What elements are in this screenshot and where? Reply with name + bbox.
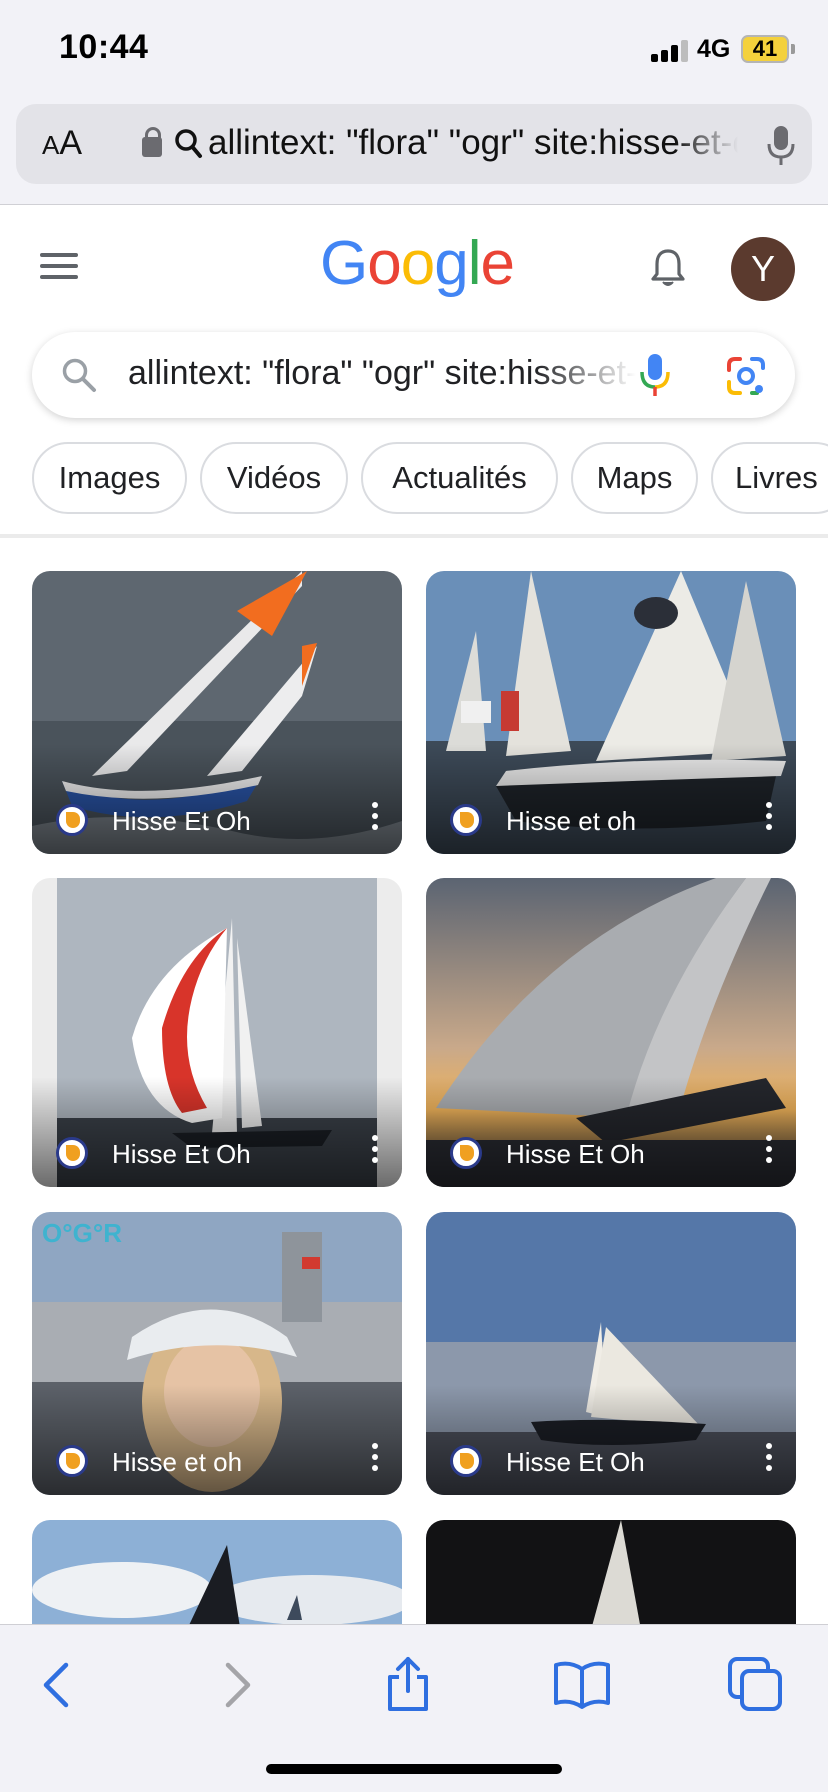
image-result[interactable]: Hisse Et Oh xyxy=(32,571,402,854)
network-type: 4G xyxy=(697,35,731,63)
image-shade xyxy=(32,1077,402,1187)
image-shade xyxy=(32,744,402,854)
more-options-icon[interactable] xyxy=(372,1135,378,1163)
search-icon xyxy=(175,129,202,158)
result-source: Hisse et oh xyxy=(506,806,637,836)
search-icon xyxy=(62,358,96,392)
safari-top-bar: AA allintext: "flora" "ogr" site:hisse-e… xyxy=(0,100,828,205)
voice-search-icon[interactable] xyxy=(639,352,671,398)
image-result[interactable]: Hisse Et Oh xyxy=(426,1212,796,1495)
page: 10:44 4G 41 AA allintext: "flora" "ogr" … xyxy=(0,0,828,1792)
more-options-icon[interactable] xyxy=(766,1135,772,1163)
notifications-bell-icon[interactable] xyxy=(649,248,687,290)
chip-videos[interactable]: Vidéos xyxy=(200,442,348,514)
battery-level: 41 xyxy=(752,36,778,61)
chip-livres[interactable]: Livres xyxy=(711,442,828,514)
hisse-et-oh-favicon xyxy=(450,804,482,836)
result-source: Hisse Et Oh xyxy=(506,1447,645,1477)
search-input[interactable]: allintext: "flora" "ogr" site:hisse-et-o… xyxy=(128,354,636,398)
hisse-et-oh-favicon xyxy=(450,1445,482,1477)
text-size-button[interactable]: AA xyxy=(42,124,82,163)
image-shade xyxy=(426,744,796,854)
share-icon[interactable] xyxy=(378,1655,438,1715)
cellular-signal-icon xyxy=(651,40,691,62)
status-time: 10:44 xyxy=(59,28,149,66)
hisse-et-oh-favicon xyxy=(56,1445,88,1477)
forward-icon[interactable] xyxy=(206,1655,266,1715)
image-result[interactable]: Hisse Et Oh xyxy=(32,878,402,1187)
image-shade xyxy=(32,1385,402,1495)
google-logo[interactable]: Google xyxy=(320,228,515,299)
account-avatar[interactable]: Y xyxy=(731,237,795,301)
image-result[interactable]: Hisse Et Oh xyxy=(426,878,796,1187)
result-source: Hisse Et Oh xyxy=(112,806,251,836)
bookmarks-icon[interactable] xyxy=(552,1655,612,1715)
image-result[interactable]: O°G°R Hisse et oh xyxy=(32,1212,402,1495)
chip-maps[interactable]: Maps xyxy=(571,442,698,514)
hisse-et-oh-favicon xyxy=(450,1137,482,1169)
hamburger-menu-icon[interactable] xyxy=(40,253,80,279)
more-options-icon[interactable] xyxy=(372,1443,378,1471)
hisse-et-oh-favicon xyxy=(56,1137,88,1169)
google-lens-icon[interactable] xyxy=(726,356,766,396)
more-options-icon[interactable] xyxy=(766,1443,772,1471)
more-options-icon[interactable] xyxy=(372,802,378,830)
chip-actualites[interactable]: Actualités xyxy=(361,442,558,514)
lock-icon xyxy=(142,127,162,157)
battery-cap xyxy=(791,44,795,54)
image-shade xyxy=(426,1385,796,1495)
image-result[interactable]: Hisse et oh xyxy=(426,571,796,854)
search-box[interactable]: allintext: "flora" "ogr" site:hisse-et-o… xyxy=(32,332,795,418)
url-text[interactable]: allintext: "flora" "ogr" site:hisse-et-o… xyxy=(208,123,738,167)
chip-images[interactable]: Images xyxy=(32,442,187,514)
more-options-icon[interactable] xyxy=(766,802,772,830)
search-filter-chips: Images Vidéos Actualités Maps Livres xyxy=(0,442,828,516)
result-source: Hisse Et Oh xyxy=(112,1139,251,1169)
result-source: Hisse Et Oh xyxy=(506,1139,645,1169)
back-icon[interactable] xyxy=(28,1655,88,1715)
tabs-icon[interactable] xyxy=(726,1655,786,1715)
microphone-icon[interactable] xyxy=(767,125,795,167)
svg-text:O°G°R: O°G°R xyxy=(42,1218,122,1248)
home-indicator[interactable] xyxy=(266,1764,562,1774)
hisse-et-oh-favicon xyxy=(56,804,88,836)
status-bar: 10:44 4G 41 xyxy=(0,0,828,100)
result-source: Hisse et oh xyxy=(112,1447,243,1477)
divider xyxy=(0,534,828,538)
address-bar[interactable]: AA allintext: "flora" "ogr" site:hisse-e… xyxy=(16,104,812,184)
image-shade xyxy=(426,1077,796,1187)
battery-icon: 41 xyxy=(741,35,789,63)
